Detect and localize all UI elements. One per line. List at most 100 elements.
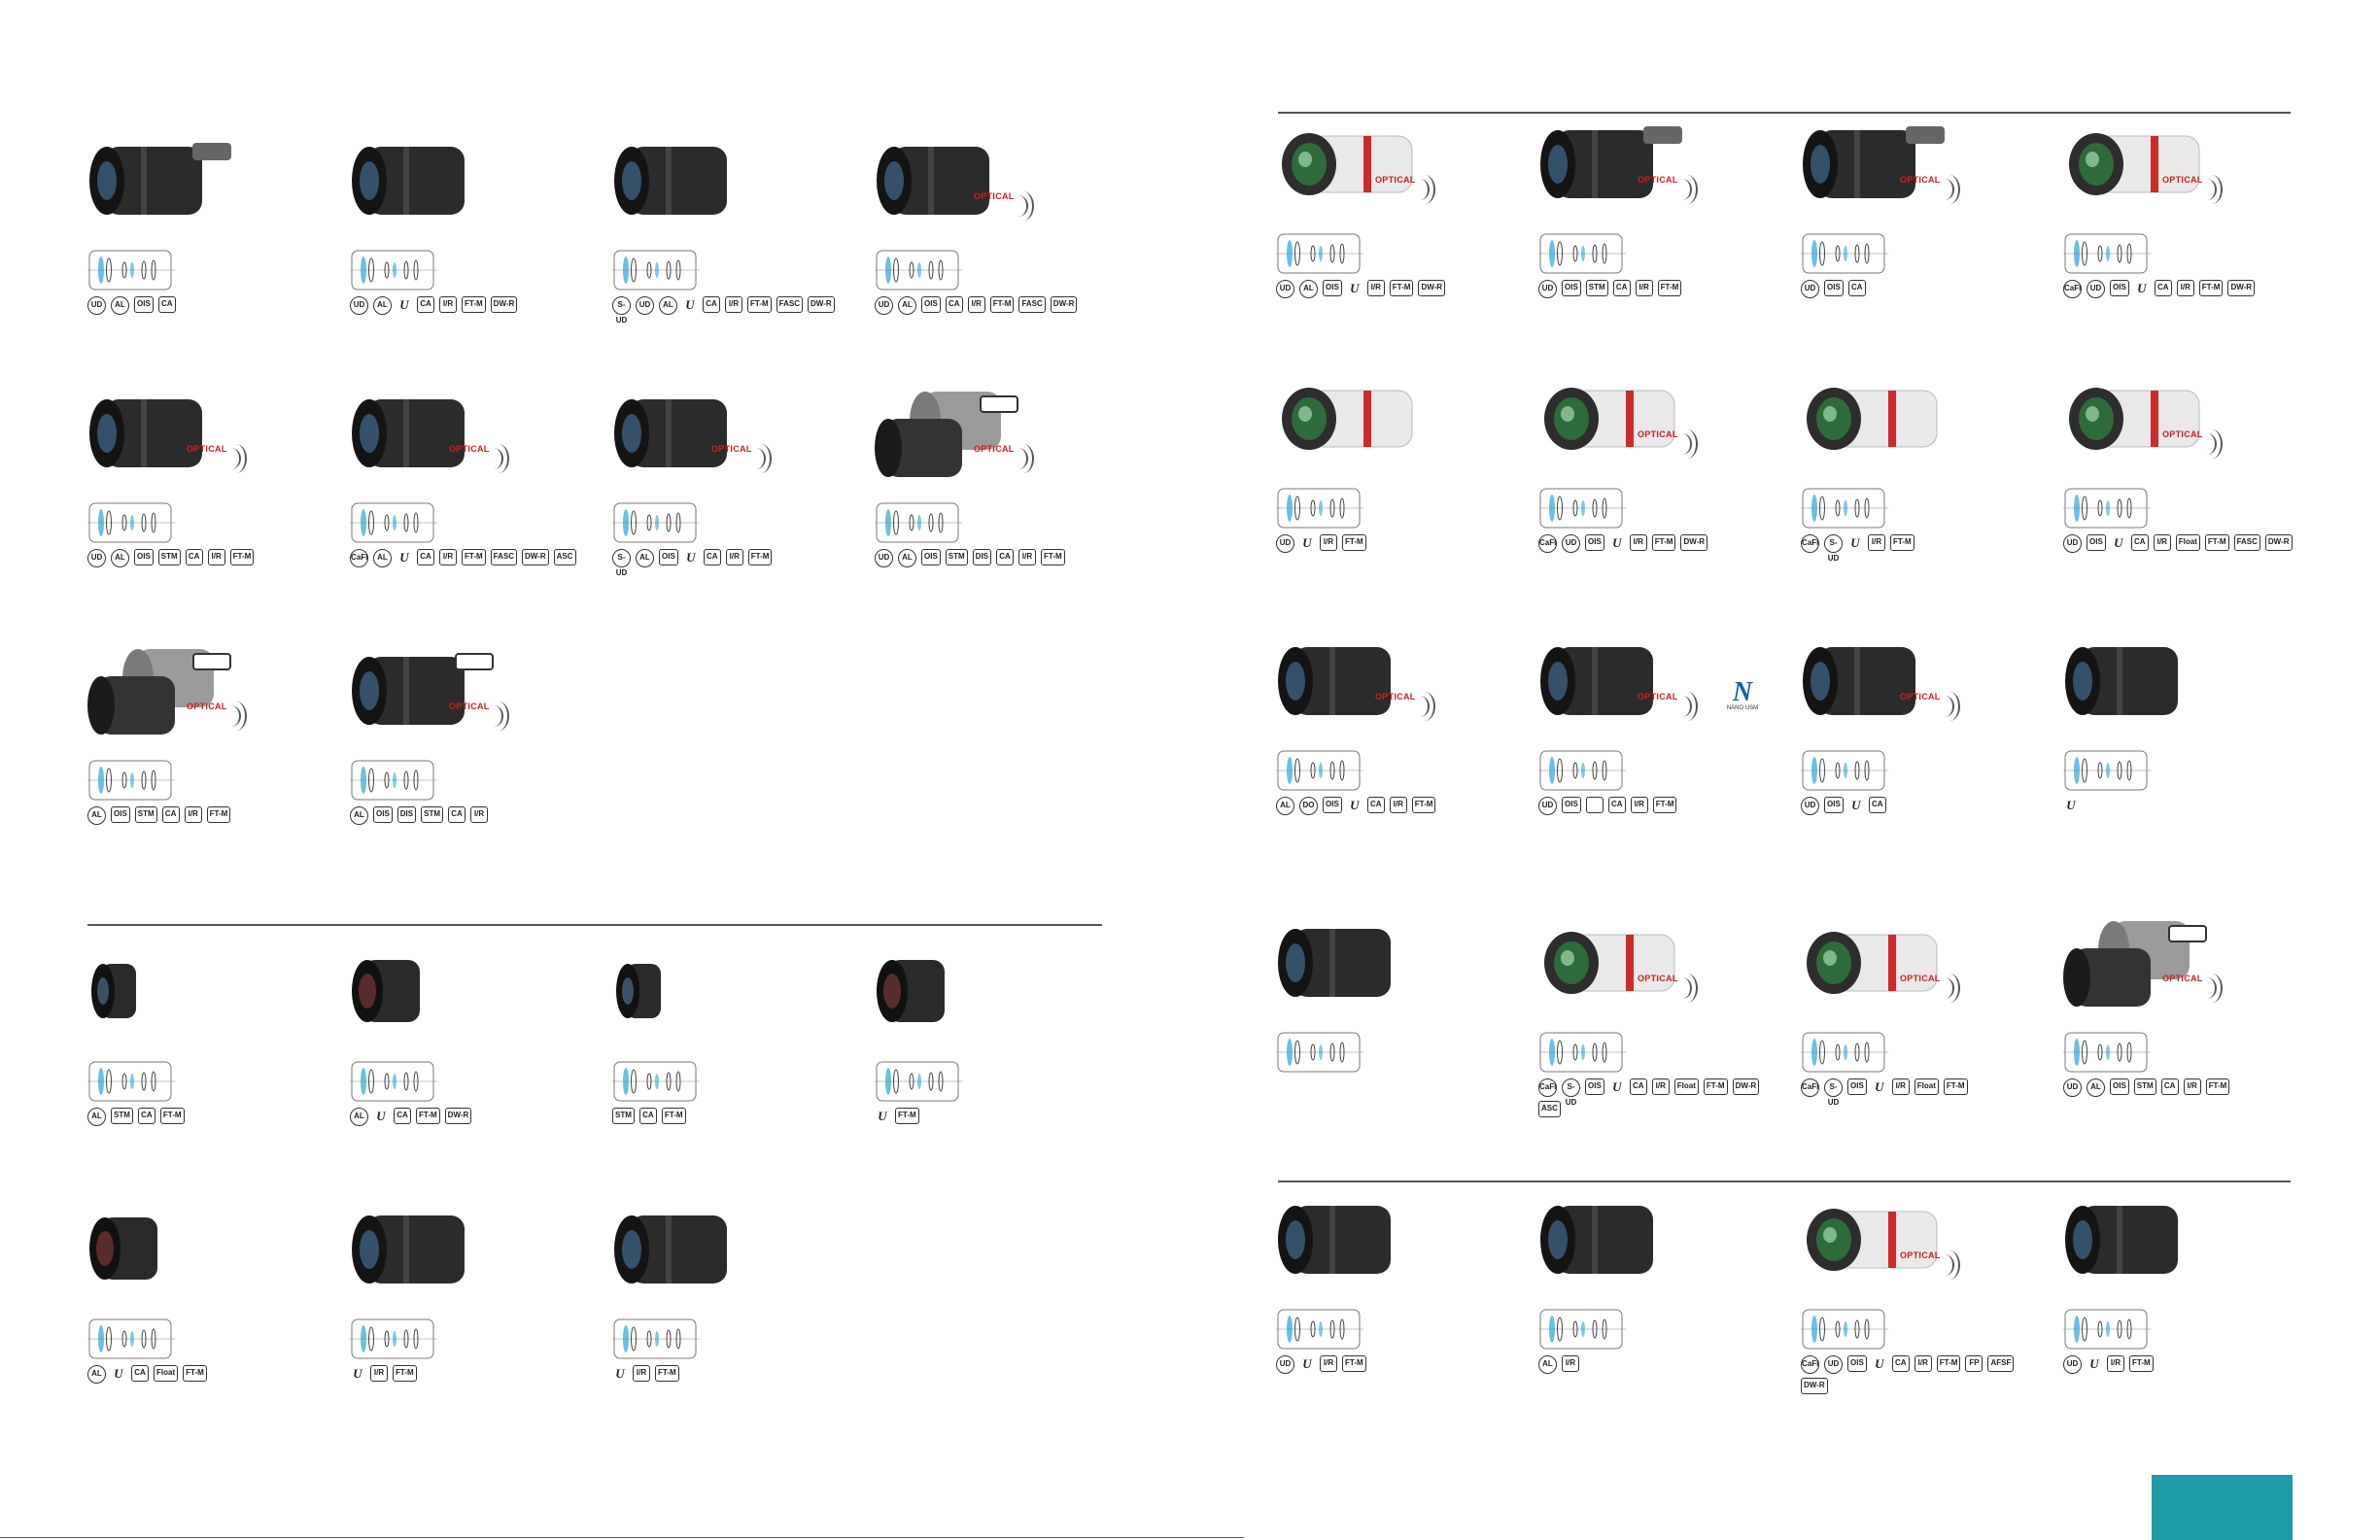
lens-entry: UD U I/R FT-M (1276, 1190, 1519, 1409)
lens-construction-diagram (1801, 1307, 1888, 1352)
lens-entry: OPTICAL CaFl S-UD OIS U I/R Float FT-M (1801, 913, 2044, 1132)
lens-construction-diagram (2063, 486, 2151, 530)
feature-icon-row: AL U CA FT-M DW-R (350, 1108, 593, 1126)
fp-feature-icon: FP (1965, 1355, 1983, 1372)
ft-m-feature-icon: FT-M (1411, 797, 1436, 813)
optical-image-stabilizer-logo: OPTICAL (1900, 1247, 1960, 1285)
i-r-feature-icon: I/R (184, 806, 202, 823)
float-feature-icon: Float (1914, 1078, 1939, 1095)
feature-icon-row: UD OIS U CA (1801, 797, 2044, 815)
usm-feature-icon: U (1612, 535, 1622, 550)
al-feature-icon: AL (2087, 1078, 2105, 1097)
i-r-feature-icon: I/R (470, 806, 489, 823)
do-feature-icon: DO (1299, 797, 1318, 815)
ud-feature-icon: UD (1824, 1355, 1843, 1374)
ca-feature-icon: CA (394, 1108, 411, 1124)
ca-feature-icon: CA (703, 296, 720, 313)
ca-feature-icon: CA (1847, 280, 1866, 296)
ca-feature-icon: CA (1612, 280, 1631, 296)
optical-image-stabilizer-logo: OPTICAL (2162, 171, 2223, 210)
usm-feature-icon: U (1302, 1356, 1312, 1371)
lens-entry: OPTICAL N NANO USM UD OIS CA I/R FT-M (1538, 632, 1781, 850)
lens-entry: UD AL U CA I/R FT-M DW-R (350, 131, 593, 350)
lens-entry: OPTICAL CaFl UD OIS U CA I/R FT-M FP AFSF DW-R (1801, 1190, 2044, 1409)
ca-feature-icon: CA (185, 549, 203, 565)
ois-arc-icon (1939, 692, 1960, 721)
ois-feature-icon: OIS (373, 806, 393, 823)
optical-image-stabilizer-logo: OPTICAL (1375, 688, 1435, 727)
lens-entry: OPTICAL CaFl UD OIS U I/R FT-M DW-R (1538, 369, 1781, 588)
ft-m-feature-icon: FT-M (462, 296, 486, 313)
dw-r-feature-icon: DW-R (2227, 280, 2256, 296)
stm-feature-icon: STM (945, 549, 968, 565)
dw-r-feature-icon: DW-R (490, 296, 518, 313)
ft-m-feature-icon: FT-M (2204, 534, 2229, 551)
lens-construction-diagram (2063, 1307, 2151, 1352)
feature-icon-row: CaFl AL U CA I/R FT-M FASC DW-R ASC (350, 549, 593, 567)
ud-feature-icon: UD (875, 296, 893, 315)
ft-m-feature-icon: FT-M (159, 1108, 185, 1124)
ca-feature-icon: CA (1607, 797, 1626, 813)
i-r-feature-icon: I/R (2153, 534, 2171, 551)
cafl-feature-icon: CaFl (2063, 280, 2082, 298)
ft-m-feature-icon: FT-M (1890, 534, 1914, 551)
lens-construction-diagram (350, 758, 437, 803)
lens-construction-diagram (1276, 1030, 1363, 1075)
lens-construction-diagram (87, 500, 175, 545)
lens-entry: OPTICAL AL OIS STM CA I/R FT-M (87, 641, 330, 860)
optical-image-stabilizer-logo: OPTICAL (711, 440, 772, 479)
ois-arc-icon (2201, 175, 2223, 204)
ois-feature-icon: OIS (1847, 1078, 1867, 1095)
lens-photo (1276, 1190, 1422, 1297)
lens-photo (87, 1200, 233, 1307)
al-feature-icon: AL (350, 1108, 368, 1126)
lens-entry: OPTICAL UD AL OIS CA I/R FT-M FASC DW-R (875, 131, 1118, 350)
lens-photo (1276, 913, 1422, 1020)
feature-icon-row: UD AL OIS STM CA I/R FT-M (87, 549, 330, 567)
i-r-feature-icon: I/R (1562, 1355, 1579, 1372)
ois-feature-icon: OIS (1323, 280, 1342, 296)
usm-feature-icon: U (353, 1366, 362, 1381)
ft-m-feature-icon: FT-M (183, 1365, 207, 1382)
optical-image-stabilizer-logo: OPTICAL (2162, 970, 2223, 1009)
ft-m-feature-icon: FT-M (895, 1108, 919, 1124)
ft-m-feature-icon: FT-M (462, 549, 486, 565)
lens-photo (1276, 369, 1422, 476)
stm-feature-icon: STM (157, 549, 181, 565)
lens-photo (1538, 1190, 1684, 1297)
ud-feature-icon: UD (636, 296, 654, 315)
nano-usm-glyph: N (1732, 677, 1753, 707)
al-feature-icon: AL (1276, 797, 1294, 815)
ud-feature-icon: UD (2063, 534, 2082, 553)
lens-entry: UD AL OIS CA (87, 131, 330, 350)
s-ud-feature-icon: S-UD (1562, 1078, 1580, 1107)
ft-m-feature-icon: FT-M (1936, 1355, 1961, 1372)
ois-arc-icon (1414, 175, 1435, 204)
usm-feature-icon: U (1302, 535, 1312, 550)
optical-image-stabilizer-logo: OPTICAL (187, 440, 247, 479)
lens-entry: AL U CA Float FT-M (87, 1200, 330, 1419)
lens-entry: OPTICAL S-UD AL OIS U CA I/R FT-M (612, 384, 855, 602)
i-r-feature-icon: I/R (439, 296, 457, 313)
feature-icon-row: CaFl UD OIS U I/R FT-M DW-R (1538, 534, 1781, 553)
lens-entry: OPTICAL AL OIS DIS STM CA I/R (350, 641, 593, 860)
usm-feature-icon: U (399, 297, 409, 312)
optical-image-stabilizer-logo: OPTICAL (1900, 688, 1960, 727)
al-feature-icon: AL (898, 549, 916, 567)
lens-construction-diagram (875, 1059, 962, 1104)
ca-feature-icon: CA (2160, 1078, 2179, 1095)
ft-m-feature-icon: FT-M (1703, 1078, 1728, 1095)
ud-feature-icon: UD (1276, 280, 1294, 298)
usm-feature-icon: U (1612, 1079, 1622, 1094)
dw-r-feature-icon: DW-R (522, 549, 549, 565)
dw-r-feature-icon: DW-R (1050, 296, 1078, 313)
section-divider (1278, 112, 2291, 114)
feature-icon-row: U I/R FT-M (350, 1365, 593, 1382)
asc-feature-icon: ASC (1538, 1101, 1561, 1117)
ud-feature-icon: UD (1562, 534, 1580, 553)
ud-feature-icon: UD (350, 296, 368, 315)
al-feature-icon: AL (898, 296, 916, 315)
al-feature-icon: AL (111, 296, 129, 315)
lens-construction-diagram (1276, 231, 1363, 276)
lens-construction-diagram (1801, 486, 1888, 530)
